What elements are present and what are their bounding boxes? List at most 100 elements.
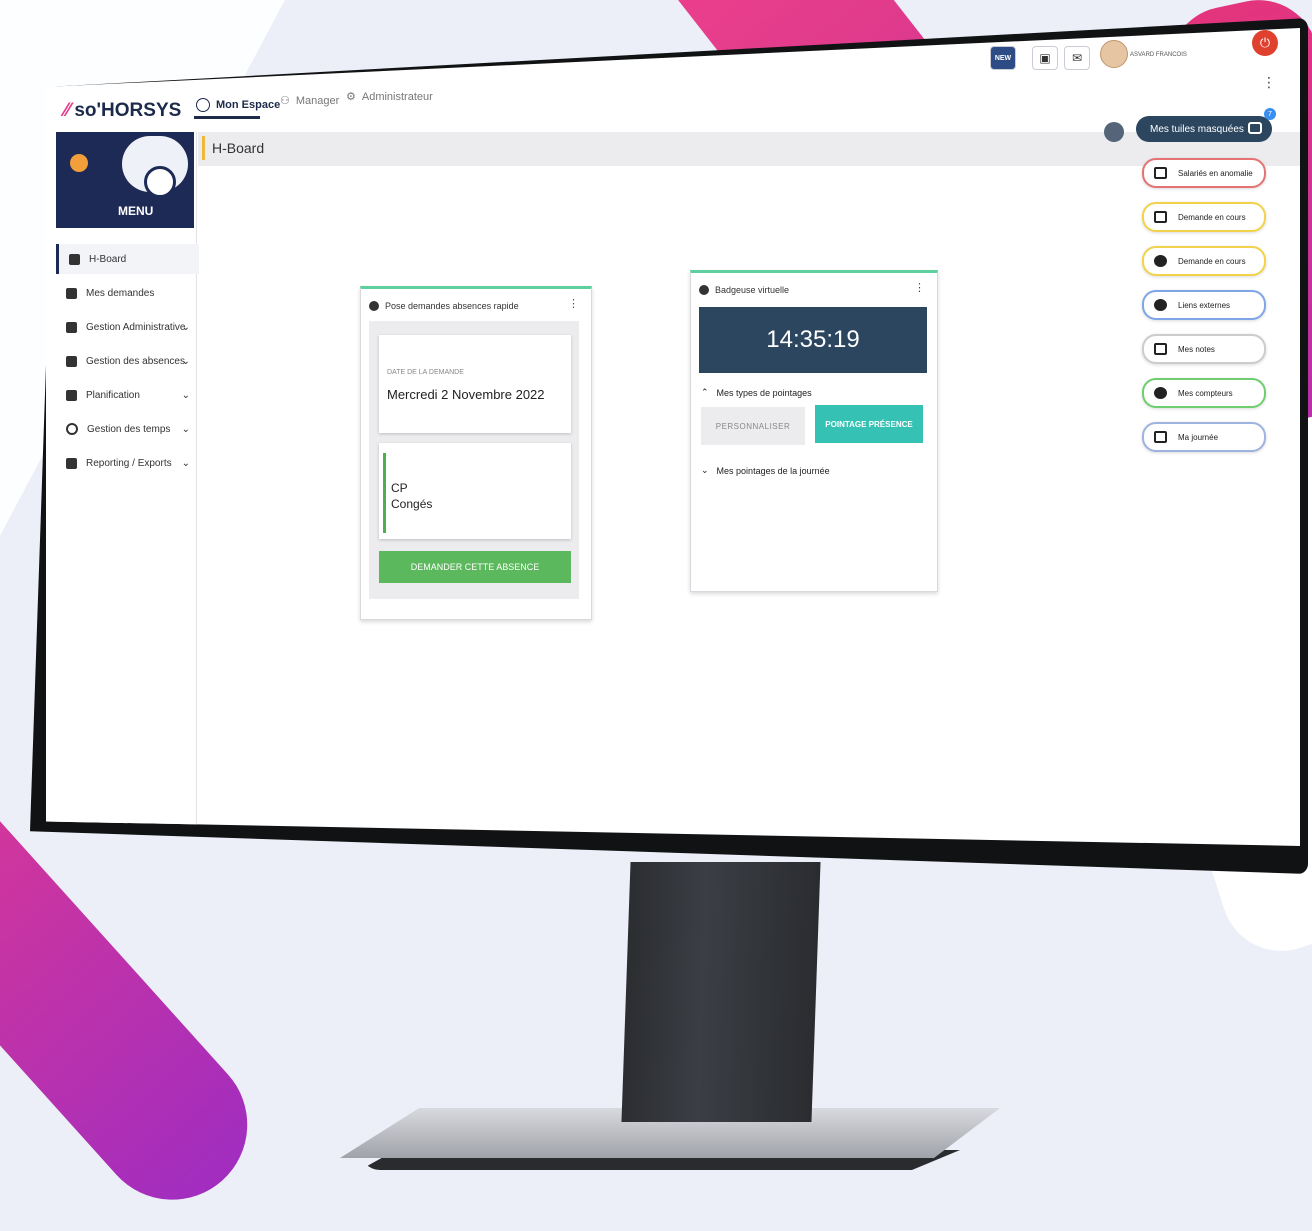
sidebar-item-mes-demandes[interactable]: Mes demandes (56, 278, 196, 308)
messages-button[interactable]: ✉ (1064, 46, 1090, 70)
counter-icon (1154, 387, 1167, 399)
page-header-accent (202, 136, 205, 160)
mail-icon: ✉ (1071, 51, 1083, 65)
tile-mes-notes[interactable]: Mes notes (1142, 334, 1266, 364)
chevron-down-icon: ⌄ (181, 321, 190, 333)
sidebar-item-label: Reporting / Exports (86, 457, 172, 469)
list-icon (1154, 167, 1167, 179)
menu-banner: MENU (56, 132, 194, 228)
tile-demande-en-cours[interactable]: Demande en cours (1142, 202, 1266, 232)
sidebar (46, 132, 197, 846)
sidebar-item-h-board[interactable]: H-Board (56, 244, 199, 274)
calendar-day-icon (1154, 431, 1167, 443)
dashboard-icon (69, 253, 80, 265)
user-circle-icon (196, 98, 210, 112)
card-settings-icon (699, 285, 709, 295)
sidebar-item-reporting[interactable]: Reporting / Exports ⌄ (56, 448, 196, 478)
absence-request-card: Pose demandes absences rapide ⋮ DATE DE … (360, 286, 592, 620)
power-icon: ⏻ (1259, 35, 1271, 50)
tile-mes-compteurs[interactable]: Mes compteurs (1142, 378, 1266, 408)
request-absence-button[interactable]: DEMANDER CETTE ABSENCE (379, 551, 571, 583)
tile-label: Ma journée (1178, 432, 1219, 442)
new-badge-label: NEW (994, 54, 1012, 62)
tab-manager[interactable]: ⚇ Manager (280, 94, 339, 108)
news-button[interactable]: NEW (990, 46, 1016, 70)
sidebar-item-label: Gestion des absences (86, 355, 185, 367)
card-title-text: Pose demandes absences rapide (385, 301, 519, 311)
avatar[interactable] (1100, 40, 1128, 68)
chevron-down-icon: ⌄ (181, 423, 190, 435)
virtual-badge-card: Badgeuse virtuelle ⋮ 14:35:19 ⌃ Mes types… (690, 270, 938, 592)
absence-icon (66, 355, 77, 367)
card-title-text: Badgeuse virtuelle (715, 285, 790, 295)
requests-icon (66, 287, 77, 299)
customize-button[interactable]: PERSONNALISER (701, 407, 805, 445)
card-title: Badgeuse virtuelle (699, 285, 789, 295)
chevron-down-icon: ⌄ (181, 355, 190, 367)
admin-icon: ⚙ (346, 91, 356, 103)
sidebar-item-label: Gestion des temps (87, 423, 171, 435)
toggle-icon (1248, 122, 1262, 134)
punch-types-toggle[interactable]: ⌃ Mes types de pointages (701, 387, 812, 398)
page-title: H-Board (212, 140, 265, 156)
chevron-down-icon: ⌄ (181, 457, 190, 469)
date-field-label: DATE DE LA DEMANDE (387, 369, 464, 376)
page-header (198, 132, 1300, 166)
logout-button[interactable]: ⏻ (1252, 30, 1278, 56)
contacts-button[interactable]: ▣ (1032, 46, 1058, 70)
tile-label: Salariés en anomalie (1178, 168, 1253, 178)
card-menu-icon[interactable]: ⋮ (568, 297, 579, 310)
tab-label: Administrateur (361, 90, 433, 103)
hidden-tiles-count-badge: 7 (1264, 108, 1276, 120)
sidebar-item-planification[interactable]: Planification ⌄ (56, 380, 196, 410)
sidebar-item-label: Mes demandes (86, 287, 155, 299)
sidebar-item-label: Planification (86, 389, 140, 401)
tab-administrateur[interactable]: ⚙ Administrateur (346, 90, 433, 104)
sidebar-item-gestion-administrative[interactable]: Gestion Administrative ⌄ (56, 312, 196, 342)
hidden-tiles-label: Mes tuiles masquées (1150, 123, 1244, 135)
card-menu-icon[interactable]: ⋮ (914, 281, 925, 294)
date-field[interactable]: DATE DE LA DEMANDE Mercredi 2 Novembre 2… (379, 335, 571, 433)
folder-icon (66, 321, 77, 333)
calendar-icon (66, 389, 77, 401)
more-options-icon[interactable]: ⋮ (1262, 74, 1276, 91)
date-field-value: Mercredi 2 Novembre 2022 (387, 387, 545, 402)
tile-label: Demande en cours (1178, 212, 1246, 222)
menu-title: MENU (118, 204, 154, 218)
sidebar-item-gestion-absences[interactable]: Gestion des absences ⌄ (56, 346, 196, 376)
presence-punch-button[interactable]: POINTAGE PRÉSENCE (815, 405, 923, 443)
screen-settings-button[interactable] (1104, 122, 1124, 142)
card-title: Pose demandes absences rapide (369, 301, 519, 311)
tile-liens-externes[interactable]: Liens externes (1142, 290, 1266, 320)
absence-type-indicator (383, 453, 386, 533)
chevron-down-icon: ⌄ (181, 389, 190, 401)
tile-label: Liens externes (1178, 300, 1231, 310)
alarm-clock-icon (144, 166, 176, 198)
contact-book-icon: ▣ (1039, 51, 1051, 65)
daily-punches-toggle[interactable]: ⌄ Mes pointages de la journée (701, 465, 830, 476)
monitor-stand (621, 862, 821, 1122)
logo-text: so'HORSYS (74, 100, 182, 121)
tile-label: Mes notes (1178, 344, 1215, 354)
tab-label: Mon Espace (216, 99, 281, 111)
card-settings-icon (369, 301, 379, 311)
link-icon (1154, 299, 1167, 311)
team-icon: ⚇ (280, 95, 290, 107)
user-name: ASVARD FRANCOIS (1130, 52, 1187, 58)
tile-demande-en-cours-pie[interactable]: Demande en cours (1142, 246, 1266, 276)
absence-type-label: Congés (391, 497, 433, 511)
daily-punches-label: Mes pointages de la journée (716, 465, 830, 476)
chevron-down-icon: ⌄ (701, 465, 709, 475)
tab-mon-espace[interactable]: Mon Espace (196, 98, 280, 112)
clock-icon (66, 423, 78, 435)
absence-type-option[interactable]: CP Congés (379, 443, 571, 539)
logo-mark-icon: ⁄⁄ (64, 100, 71, 121)
tile-salaries-anomalie[interactable]: Salariés en anomalie (1142, 158, 1266, 188)
app-logo[interactable]: ⁄⁄ so'HORSYS (64, 100, 181, 122)
tile-ma-journee[interactable]: Ma journée (1142, 422, 1266, 452)
monitor-screen: ⁄⁄ so'HORSYS Mon Espace ⚇ Manager ⚙ Adminis… (46, 28, 1300, 846)
absence-type-code: CP (391, 481, 408, 495)
sidebar-item-gestion-temps[interactable]: Gestion des temps ⌄ (56, 414, 196, 444)
sidebar-item-label: Gestion Administrative (86, 321, 186, 333)
hidden-tiles-button[interactable]: Mes tuiles masquées (1136, 116, 1272, 142)
